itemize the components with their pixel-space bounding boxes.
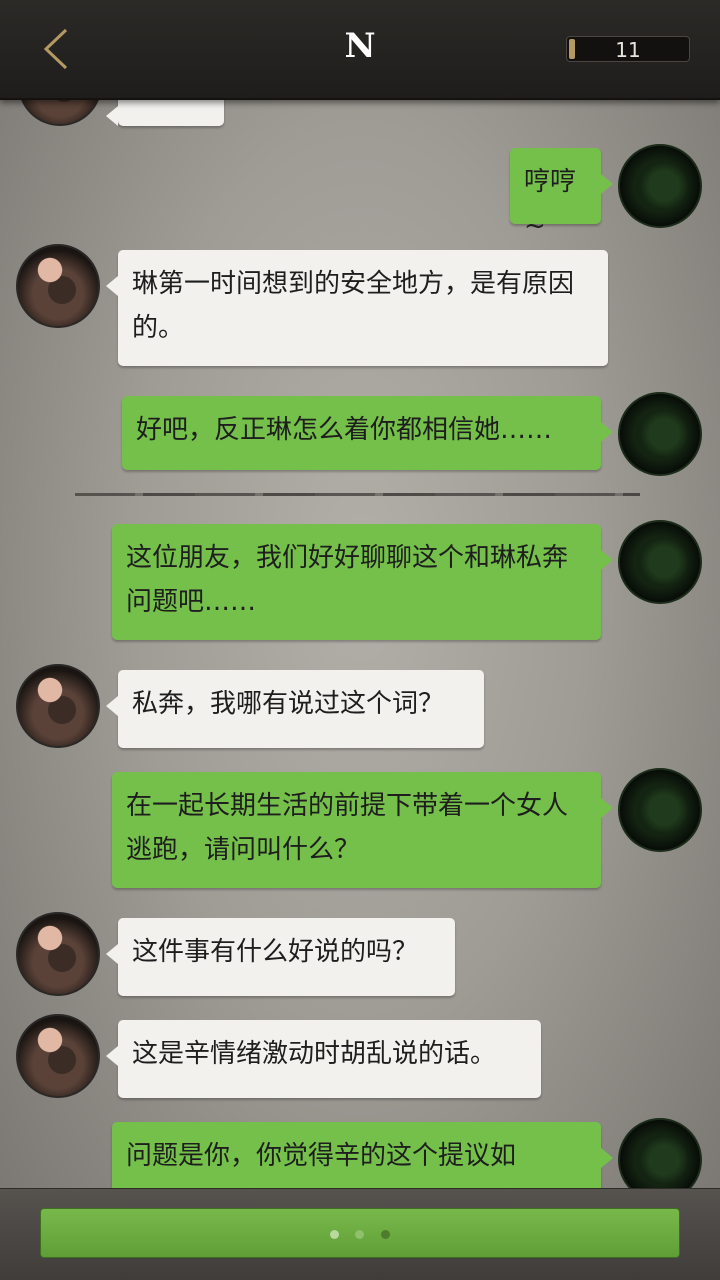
typing-dot: [381, 1230, 390, 1239]
player-message-bubble: 这位朋友，我们好好聊聊这个和琳私奔问题吧……: [112, 524, 613, 640]
chat-screen: N 11 哼哼~ 琳第一时间想到的安全地方，是有原因的。 好吧，反正琳怎么着你都…: [0, 0, 720, 1280]
npc-message-bubble: 私奔，我哪有说过这个词？: [106, 670, 484, 748]
npc-avatar[interactable]: [16, 664, 100, 748]
player-avatar[interactable]: [618, 520, 702, 604]
npc-avatar[interactable]: [16, 912, 100, 996]
bottom-bar: [0, 1188, 720, 1280]
player-avatar[interactable]: [618, 392, 702, 476]
message-counter: 11: [566, 36, 690, 62]
npc-message-bubble: 这是辛情绪激动时胡乱说的话。: [106, 1020, 541, 1098]
npc-message-bubble: 琳第一时间想到的安全地方，是有原因的。: [106, 250, 608, 366]
typing-dot: [355, 1230, 364, 1239]
player-message-bubble: 哼哼~: [510, 148, 613, 241]
player-avatar[interactable]: [618, 768, 702, 852]
typing-dot: [330, 1230, 339, 1239]
top-bar: N 11: [0, 0, 720, 100]
player-message-bubble: 好吧，反正琳怎么着你都相信她……: [122, 396, 613, 470]
player-message-bubble: 在一起长期生活的前提下带着一个女人逃跑，请问叫什么？: [112, 772, 613, 888]
counter-value: 11: [615, 38, 641, 62]
npc-avatar[interactable]: [16, 1014, 100, 1098]
continue-button[interactable]: [40, 1208, 680, 1258]
npc-message-bubble: 这件事有什么好说的吗？: [106, 918, 455, 996]
chapter-divider: [75, 493, 640, 496]
player-avatar[interactable]: [618, 144, 702, 228]
npc-avatar[interactable]: [16, 244, 100, 328]
